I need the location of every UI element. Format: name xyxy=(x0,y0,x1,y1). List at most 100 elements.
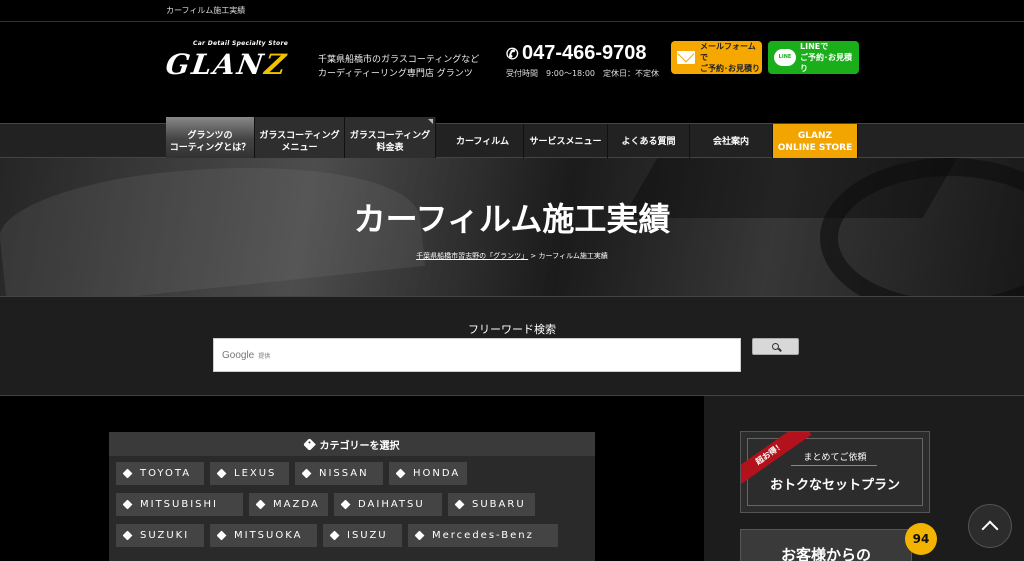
nav-item-label: サービスメニュー xyxy=(529,136,602,147)
nav-item-label: ガラスコーティング 料金表 xyxy=(350,130,430,154)
main-nav: グランツの コーティングとは？ ガラスコーティング メニュー ガラスコーティング 料金… xyxy=(0,117,1024,166)
category-tag-mitsubishi[interactable]: MITSUBISHI xyxy=(116,493,243,516)
tagline-line-1: 千葉県船橋市のガラスコーティングなど xyxy=(318,55,480,65)
tag-icon xyxy=(122,530,133,541)
category-tag-mercedes-benz[interactable]: Mercedes-Benz xyxy=(408,524,558,547)
category-tag-toyota[interactable]: TOYOTA xyxy=(116,462,204,485)
logo-wordmark-z: Z xyxy=(262,48,290,81)
category-tag-subaru[interactable]: SUBARU xyxy=(448,493,535,516)
category-tag-mazda[interactable]: MAZDA xyxy=(249,493,328,516)
mail-form-line-1: メールフォームで xyxy=(700,42,756,62)
nav-label-line-1: グランツの xyxy=(187,130,233,141)
phone-number[interactable]: ✆ 047-466-9708 xyxy=(506,42,647,65)
nav-item-label: よくある質問 xyxy=(621,136,676,147)
breadcrumb-separator: > xyxy=(530,252,537,260)
chevron-up-icon xyxy=(981,520,999,538)
breadcrumb: 千葉県船橋市習志野の「グランツ」 > カーフィルム施工実績 xyxy=(0,251,1024,261)
tag-label: DAIHATSU xyxy=(358,499,425,510)
tag-icon xyxy=(329,530,340,541)
category-tag-daihatsu[interactable]: DAIHATSU xyxy=(334,493,442,516)
tag-icon xyxy=(414,530,425,541)
tag-label: MAZDA xyxy=(273,499,320,510)
main-content: カテゴリーを選択 TOYOTA LEXUS NISSAN HONDA MITSU… xyxy=(0,396,704,561)
tag-icon xyxy=(216,530,227,541)
tag-icon xyxy=(301,468,312,479)
tag-icon xyxy=(395,468,406,479)
tag-icon xyxy=(122,499,133,510)
nav-item-label: 会社案内 xyxy=(712,136,749,147)
mail-form-label: メールフォームで ご予約･お見積り xyxy=(700,41,762,74)
topbar-title: カーフィルム施工実績 xyxy=(166,6,246,15)
nav-item-label: カーフィルム xyxy=(455,136,510,147)
category-tag-lexus[interactable]: LEXUS xyxy=(210,462,289,485)
mail-form-button[interactable]: メールフォームで ご予約･お見積り xyxy=(671,41,762,74)
search-label: フリーワード検索 xyxy=(468,323,556,336)
breadcrumb-home-link[interactable]: 千葉県船橋市習志野の「グランツ」 xyxy=(416,252,528,260)
search-input[interactable]: Google 提供 xyxy=(213,338,741,372)
logo-wordmark-main: GLAN xyxy=(163,48,268,81)
nav-label-line-2: ONLINE STORE xyxy=(777,142,853,153)
nav-item-service-menu[interactable]: サービスメニュー xyxy=(524,124,608,159)
business-hours: 受付時間 9:00〜18:00 定休日：不定休 xyxy=(506,69,660,78)
line-icon: LINE xyxy=(774,49,796,66)
logo-wordmark: GLANZ xyxy=(164,48,290,81)
page-title: カーフィルム施工実績 xyxy=(353,200,671,238)
tag-label: ISUZU xyxy=(347,530,388,541)
tag-label: Mercedes-Benz xyxy=(432,530,534,541)
category-panel: カテゴリーを選択 TOYOTA LEXUS NISSAN HONDA MITSU… xyxy=(109,432,595,561)
reviews-banner[interactable]: お客様からの xyxy=(740,529,912,561)
corner-fold-icon xyxy=(428,119,433,124)
tag-label: SUBARU xyxy=(472,499,526,510)
tag-icon xyxy=(340,499,351,510)
nav-item-faq[interactable]: よくある質問 xyxy=(608,124,690,159)
search-button[interactable] xyxy=(752,338,799,355)
tag-icon xyxy=(255,499,266,510)
line-contact-button[interactable]: LINE LINEで ご予約･お見積り xyxy=(768,41,859,74)
tag-icon xyxy=(454,499,465,510)
nav-label-line-1: ガラスコーティング xyxy=(259,130,340,141)
provided-by-label: 提供 xyxy=(258,352,271,360)
category-heading-text: カテゴリーを選択 xyxy=(319,440,400,452)
promo-title: おトクなセットプラン xyxy=(769,478,900,493)
search-icon xyxy=(772,343,779,350)
category-heading: カテゴリーを選択 xyxy=(109,432,595,456)
mail-form-line-2: ご予約･お見積り xyxy=(700,64,760,73)
category-tag-nissan[interactable]: NISSAN xyxy=(295,462,383,485)
category-tag-mitsuoka[interactable]: MITSUOKA xyxy=(210,524,317,547)
tag-label: TOYOTA xyxy=(140,468,192,479)
category-tag-isuzu[interactable]: ISUZU xyxy=(323,524,402,547)
scroll-to-top-button[interactable] xyxy=(968,504,1012,548)
tag-icon xyxy=(216,468,227,479)
nav-item-label: ガラスコーティング メニュー xyxy=(259,130,339,154)
tag-icon xyxy=(302,437,316,451)
tag-label: NISSAN xyxy=(319,468,369,479)
line-contact-label: LINEで ご予約･お見積り xyxy=(800,41,859,74)
tag-icon xyxy=(122,468,133,479)
google-logo: Google xyxy=(222,349,255,361)
line-contact-line-1: LINEで xyxy=(800,42,829,51)
category-tag-suzuki[interactable]: SUZUKI xyxy=(116,524,204,547)
tagline-line-2: カーディティーリング専門店 グランツ xyxy=(318,69,473,79)
line-contact-line-2: ご予約･お見積り xyxy=(800,53,852,73)
category-tag-honda[interactable]: HONDA xyxy=(389,462,467,485)
breadcrumb-current: カーフィルム施工実績 xyxy=(538,252,608,260)
promo-divider xyxy=(791,465,877,466)
search-panel: フリーワード検索 Google 提供 xyxy=(0,296,1024,396)
top-bar: カーフィルム施工実績 xyxy=(0,0,1024,22)
tag-label: SUZUKI xyxy=(140,530,190,541)
nav-item-label: GLANZ ONLINE STORE xyxy=(778,130,852,154)
set-plan-banner[interactable]: 超お得！ まとめてご依頼 おトクなセットプラン xyxy=(740,431,930,513)
nav-item-label: グランツの コーティングとは？ xyxy=(170,130,250,154)
reviews-title: お客様からの xyxy=(780,546,871,561)
nav-label-line-2: 料金表 xyxy=(376,142,404,153)
tag-label: MITSUOKA xyxy=(234,530,303,541)
site-logo[interactable]: Car Detail Specialty Store GLANZ xyxy=(164,40,306,82)
nav-label-line-2: コーティングとは？ xyxy=(169,142,251,153)
phone-icon: ✆ xyxy=(506,46,519,63)
logo-subtitle: Car Detail Specialty Store xyxy=(193,40,289,47)
review-count-badge: 94 xyxy=(905,523,937,555)
nav-item-online-store[interactable]: GLANZ ONLINE STORE xyxy=(773,124,858,159)
nav-item-company[interactable]: 会社案内 xyxy=(690,124,773,159)
mail-icon xyxy=(677,51,695,64)
nav-item-car-film[interactable]: カーフィルム xyxy=(442,124,524,159)
